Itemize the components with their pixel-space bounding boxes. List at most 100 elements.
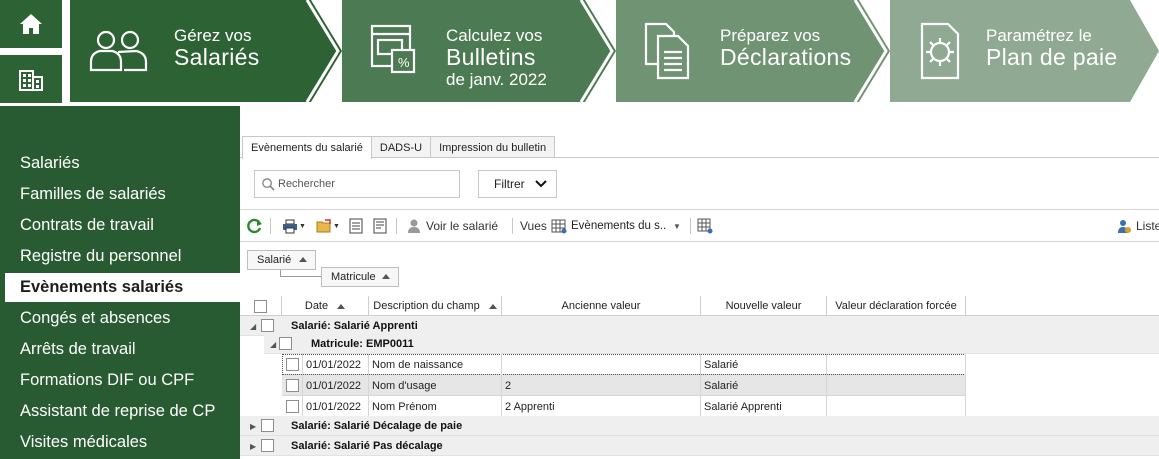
settings-document-icon — [920, 22, 960, 80]
collapse-icon[interactable]: ◢ — [250, 322, 256, 331]
header-forced-value[interactable]: Valeur déclaration forcée — [827, 296, 966, 316]
subgroup-checkbox[interactable] — [279, 337, 292, 350]
sort-asc-icon — [337, 303, 346, 309]
cell-old-value — [502, 354, 701, 375]
company-button[interactable] — [0, 55, 62, 103]
cell-old-value: 2 Apprenti — [502, 396, 701, 417]
grid-header: Date Description du champ Ancienne valeu… — [240, 296, 1159, 316]
table-row[interactable]: 01/01/2022 Nom de naissance Salarié — [282, 354, 966, 375]
group-checkbox[interactable] — [261, 419, 274, 432]
step-bulletins[interactable]: % Calculez vos Bulletins de janv. 2022 — [342, 0, 616, 102]
cell-date: 01/01/2022 — [303, 354, 369, 375]
group-row[interactable]: ▶ Salarié: Salarié Pas décalage — [240, 436, 1159, 456]
cell-new-value: Salarié — [701, 354, 827, 375]
group-row[interactable]: ▶ Salarié: Salarié Décalage de paie — [240, 416, 1159, 436]
step-text: Paramétrez le Plan de paie — [986, 27, 1117, 69]
vues-select[interactable]: Evènements du s... ▼ — [551, 216, 689, 236]
user-list-icon — [1118, 220, 1131, 233]
home-button[interactable] — [0, 0, 62, 48]
sidebar-item-arrets[interactable]: Arrêts de travail — [0, 335, 240, 364]
sidebar-item-formations[interactable]: Formations DIF ou CPF — [0, 366, 240, 395]
group-by-matricule[interactable]: Matricule — [321, 267, 399, 287]
tab-bar: Evènements du salarié DADS-U Impression … — [242, 136, 556, 159]
step-plan-de-paie[interactable]: Paramétrez le Plan de paie — [890, 0, 1159, 102]
refresh-button[interactable] — [247, 216, 263, 236]
home-icon — [20, 14, 42, 34]
header-old-value[interactable]: Ancienne valeur — [502, 296, 701, 316]
row-checkbox[interactable] — [285, 379, 299, 392]
step-declarations[interactable]: Préparez vos Déclarations — [616, 0, 890, 102]
header-description-label: Description du champ — [373, 300, 480, 312]
group-by-salarie-label: Salarié — [257, 254, 292, 266]
group-label: Salarié: Salarié Décalage de paie — [291, 420, 463, 432]
sort-asc-icon — [299, 257, 307, 262]
header-new-value-label: Nouvelle valeur — [725, 300, 802, 312]
report-button[interactable] — [372, 216, 388, 236]
sidebar-item-conges[interactable]: Congés et absences — [0, 304, 240, 333]
sort-asc-icon — [382, 274, 390, 279]
group-by-salarie[interactable]: Salarié — [247, 250, 316, 270]
table-row[interactable]: 01/01/2022 Nom d'usage 2 Salarié — [282, 375, 966, 396]
select-all-checkbox[interactable] — [254, 299, 267, 313]
filter-label: Filtrer — [494, 177, 525, 191]
vues-text: Vues — [520, 219, 547, 233]
sidebar-item-registre[interactable]: Registre du personnel — [0, 242, 240, 271]
sidebar-item-reprise-cp[interactable]: Assistant de reprise de CP — [0, 397, 240, 426]
vues-value: Evènements du s... — [571, 220, 667, 232]
step-text: Gérez vos Salariés — [174, 27, 260, 69]
folder-export-icon — [316, 219, 331, 233]
collapse-icon[interactable]: ◢ — [270, 340, 276, 349]
tab-impression[interactable]: Impression du bulletin — [430, 136, 556, 158]
header-description[interactable]: Description du champ — [369, 296, 502, 316]
export-button[interactable]: ▼ — [316, 216, 340, 236]
row-checkbox[interactable] — [285, 400, 299, 413]
cell-date: 01/01/2022 — [303, 396, 369, 417]
grid-settings-button[interactable] — [697, 216, 713, 236]
caret-down-icon: ▼ — [673, 221, 681, 231]
sidebar-item-familles[interactable]: Familles de salariés — [0, 180, 240, 209]
cell-new-value: Salarié Apprenti — [701, 396, 827, 417]
row-checkbox[interactable] — [285, 358, 299, 371]
printer-icon — [283, 219, 297, 234]
expand-icon[interactable]: ▶ — [250, 422, 256, 431]
view-employee-button[interactable]: Voir le salarié — [406, 216, 498, 236]
header-date[interactable]: Date — [282, 296, 369, 316]
filter-button[interactable]: Filtrer — [478, 170, 557, 198]
header-forced-value-label: Valeur déclaration forcée — [835, 300, 957, 312]
search-placeholder: Rechercher — [278, 178, 335, 190]
group-checkbox[interactable] — [261, 319, 274, 332]
sidebar-item-contrats[interactable]: Contrats de travail — [0, 211, 240, 240]
users-icon — [89, 30, 148, 72]
cell-description: Nom de naissance — [369, 354, 502, 375]
refresh-icon — [247, 218, 262, 234]
header-select-all[interactable] — [240, 296, 282, 316]
cell-date: 01/01/2022 — [303, 375, 369, 396]
tab-dads-u[interactable]: DADS-U — [370, 136, 432, 158]
header-new-value[interactable]: Nouvelle valeur — [701, 296, 827, 316]
group-row[interactable]: ◢ Salarié: Salarié Apprenti — [240, 316, 1159, 336]
liste-button[interactable]: Liste — [1116, 216, 1159, 236]
search-input[interactable]: Rechercher — [254, 170, 460, 198]
group-label: Salarié: Salarié Pas décalage — [291, 440, 443, 452]
document-button[interactable] — [348, 216, 364, 236]
step-salaries[interactable]: Gérez vos Salariés — [70, 0, 342, 102]
expand-icon[interactable]: ▶ — [250, 442, 256, 451]
sidebar-item-visites[interactable]: Visites médicales — [0, 428, 240, 457]
tab-divider — [240, 157, 1159, 158]
building-icon — [19, 70, 43, 91]
step-line2: Plan de paie — [986, 44, 1118, 70]
table-row[interactable]: 01/01/2022 Nom Prénom 2 Apprenti Salarié… — [282, 396, 966, 417]
sidebar-item-salaries[interactable]: Salariés — [0, 149, 240, 178]
document-icon — [349, 218, 363, 234]
sort-asc-icon — [488, 303, 497, 309]
cell-old-value: 2 — [502, 375, 701, 396]
group-label: Salarié: Salarié Apprenti — [291, 320, 418, 332]
tab-evenements[interactable]: Evènements du salarié — [242, 136, 372, 159]
main-panel: Evènements du salarié DADS-U Impression … — [240, 106, 1159, 459]
subgroup-label: Matricule: EMP0011 — [311, 338, 414, 350]
toolbar-separator — [270, 218, 271, 234]
sidebar-item-evenements[interactable]: Evènements salariés — [5, 273, 240, 302]
subgroup-row[interactable]: ◢ Matricule: EMP0011 — [264, 334, 1159, 354]
group-checkbox[interactable] — [261, 439, 274, 452]
print-button[interactable]: ▼ — [282, 216, 306, 236]
